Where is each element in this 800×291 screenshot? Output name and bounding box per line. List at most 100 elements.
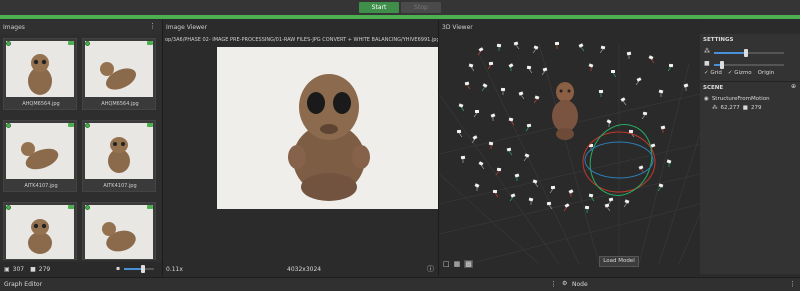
gizmo-label: Gizmo	[734, 70, 752, 76]
camera-frustum-icon	[608, 197, 614, 202]
view-mode-square-icon[interactable]: □	[443, 260, 450, 268]
camera-frustum-icon	[668, 63, 674, 68]
camera-axis-line	[508, 150, 513, 156]
camera-axis-line	[509, 196, 514, 202]
more-vertical-icon[interactable]: ⋮	[550, 280, 557, 288]
camera-frustum-icon	[638, 165, 644, 170]
camera-axis-line	[460, 106, 465, 112]
add-node-icon[interactable]: ⊕	[791, 83, 796, 90]
camera-axis-line	[667, 66, 672, 72]
more-vertical-icon[interactable]: ⋮	[789, 280, 796, 288]
figurine-image	[100, 62, 136, 90]
camera-axis-line	[612, 72, 617, 78]
camera-frustum-icon	[496, 43, 502, 48]
stop-button[interactable]: Stop	[401, 2, 441, 13]
camera-frustum-icon	[513, 41, 519, 46]
view-mode-grid-icon[interactable]: ▦	[454, 260, 461, 268]
thumbnail-label: AITK4107.jpg	[103, 183, 137, 189]
camera-axis-line	[495, 170, 500, 176]
thumbnail-label: AHQM6564.jpg	[22, 101, 60, 107]
image-thumbnail[interactable]: AHQM6564.jpg	[82, 38, 156, 110]
node-settings-icon: ⚙	[562, 280, 568, 287]
3d-scene	[439, 41, 700, 265]
camera-frustum-icon	[598, 89, 604, 94]
more-vertical-icon[interactable]: ⋮	[149, 22, 156, 30]
progress-bar	[0, 15, 800, 19]
camera-frustum-icon	[546, 201, 552, 206]
load-model-button[interactable]: Load Model	[599, 256, 639, 267]
camera-count: 279	[38, 265, 51, 273]
camera-axis-line	[549, 188, 554, 194]
image-thumbnail[interactable]	[3, 202, 77, 260]
camera-frustum-icon	[550, 185, 556, 190]
camera-frustum-icon	[460, 155, 466, 160]
origin-toggle[interactable]: Origin	[758, 70, 775, 76]
status-dot-icon	[6, 205, 11, 210]
bottom-bar: Graph Editor ⋮ ⚙ Node ⋮	[0, 277, 800, 291]
thumbnail-image	[85, 205, 153, 259]
camera-frustum-icon	[526, 123, 532, 128]
camera-axis-line	[650, 58, 655, 64]
figurine-image	[28, 54, 52, 95]
images-panel: Images ⋮ AHQM6564.jpg AHQM6564.jpg AITK4…	[0, 20, 162, 276]
3d-viewer-panel[interactable]: 3D Viewer □ ▦ ▩ Load Model	[439, 20, 700, 276]
display-toggles: ✓ Grid ✓ Gizmo Origin	[704, 70, 774, 76]
camera-scale-slider[interactable]	[714, 61, 784, 69]
camera-frustum-icon	[475, 110, 479, 113]
image-icon: ▣	[4, 265, 10, 273]
camera-badge-icon	[68, 123, 74, 127]
camera-axis-line	[623, 202, 628, 208]
camera-frustum-icon	[666, 159, 672, 164]
camera-axis-line	[622, 100, 627, 106]
camera-axis-line	[580, 46, 585, 52]
view-mode-checker-icon[interactable]: ▩	[464, 260, 473, 268]
figurine-image	[108, 137, 130, 173]
image-thumbnail[interactable]: AITK4107.jpg	[82, 120, 156, 192]
3d-viewer-header: 3D Viewer	[439, 20, 700, 34]
camera-frustum-icon	[492, 189, 498, 194]
camera-axis-line	[528, 68, 533, 74]
info-icon[interactable]: ⓘ	[427, 264, 434, 274]
image-thumbnail[interactable]: AITK4107.jpg	[3, 120, 77, 192]
cameras-count: 279	[750, 105, 762, 111]
status-dot-icon	[85, 205, 90, 210]
camera-badge-icon	[68, 205, 74, 209]
image-thumbnail[interactable]	[82, 202, 156, 260]
thumbnail-size-slider[interactable]	[124, 265, 154, 273]
camera-axis-line	[458, 132, 463, 138]
grid-toggle[interactable]: ✓ Grid	[704, 70, 722, 76]
image-thumbnail[interactable]: AHQM6564.jpg	[3, 38, 77, 110]
camera-badge-icon	[147, 41, 153, 45]
camera-frustum-icon	[506, 147, 512, 152]
scene-title: SCENE	[703, 85, 724, 91]
figurine-image	[28, 219, 52, 254]
figurine-image	[288, 74, 370, 201]
3d-viewer-title: 3D Viewer	[442, 23, 473, 31]
camera-axis-line	[473, 112, 478, 118]
thumbnail-label: AHQM6564.jpg	[101, 101, 139, 107]
visibility-eye-icon[interactable]: ◉	[704, 96, 709, 102]
figurine-image	[102, 222, 136, 252]
zoom-level: 0.11x	[166, 265, 183, 273]
main-image[interactable]	[217, 47, 438, 209]
images-title: Images	[3, 23, 25, 31]
camera-frustum-icon	[650, 143, 656, 148]
scene-node-row[interactable]: ◉ StructureFromMotion	[704, 96, 770, 102]
points-icon: ⁂	[712, 105, 718, 111]
grid-label: Grid	[710, 70, 722, 76]
camera-frustum-icon	[488, 141, 494, 146]
start-button[interactable]: Start	[359, 2, 399, 13]
camera-frustum-icon	[626, 51, 632, 56]
status-dot-icon	[85, 123, 90, 128]
camera-axis-line	[534, 182, 539, 188]
point-size-slider[interactable]	[714, 49, 784, 57]
settings-title: SETTINGS	[703, 37, 734, 43]
camera-axis-line	[466, 84, 471, 90]
camera-axis-line	[523, 156, 528, 162]
camera-axis-line	[641, 114, 646, 120]
image-viewer-title: Image Viewer	[166, 23, 208, 31]
camera-frustum-icon	[518, 91, 524, 96]
camera-axis-line	[541, 70, 546, 76]
figurine-image	[21, 142, 59, 170]
gizmo-toggle[interactable]: ✓ Gizmo	[728, 70, 752, 76]
